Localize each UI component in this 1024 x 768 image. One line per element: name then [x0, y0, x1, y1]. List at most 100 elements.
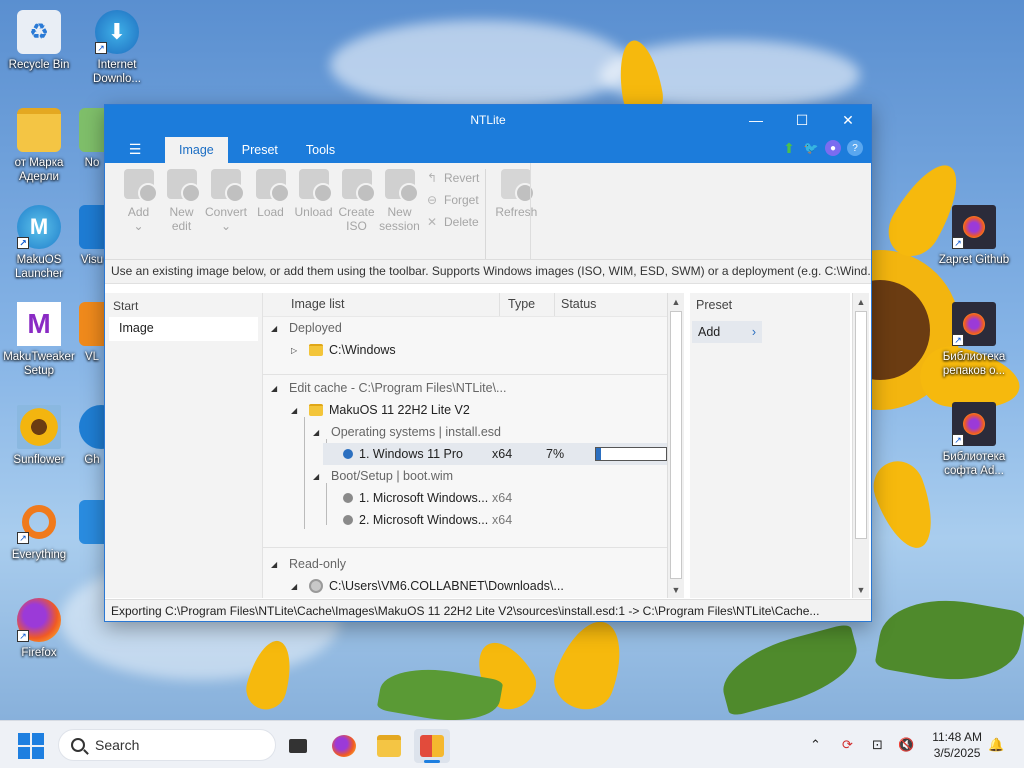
vlc-icon — [79, 302, 105, 346]
tree-item-read-only[interactable]: ◢ C:\Users\VM6.COLLABNET\Downloads\... — [291, 575, 564, 597]
status-bar: Exporting C:\Program Files\NTLite\Cache\… — [105, 599, 871, 621]
tab-preset[interactable]: Preset — [228, 137, 292, 163]
tree-group-deployed[interactable]: ◢ Deployed — [271, 317, 342, 339]
desktop-icon-visual-studio[interactable]: Visu — [79, 205, 105, 267]
show-hidden-icons-icon[interactable]: ⌃ — [810, 721, 821, 768]
preset-add-button[interactable]: Add › — [692, 321, 762, 343]
tab-image[interactable]: Image — [165, 137, 228, 163]
tree-group-edit-cache[interactable]: ◢ Edit cache - C:\Program Files\NTLite\..… — [271, 377, 506, 399]
collapse-icon: ◢ — [291, 581, 298, 591]
firefox-icon: ↗ — [17, 598, 61, 642]
ntlite-window: NTLite — ☐ ✕ ☰ Image Preset Tools ⬆ 🐦 ● … — [104, 104, 872, 622]
column-status[interactable]: Status — [555, 293, 667, 316]
create-iso-button[interactable]: Create ISO — [335, 169, 378, 259]
sync-icon[interactable]: ⟳ — [842, 721, 853, 768]
help-icon[interactable]: ? — [847, 140, 863, 156]
tree-line — [304, 417, 305, 529]
desktop-icon-everything[interactable]: ↗ Everything — [1, 500, 77, 562]
scrollbar-thumb[interactable] — [670, 311, 682, 579]
export-progress-bar — [595, 447, 667, 461]
desktop-icon-vlc[interactable]: VL — [79, 302, 105, 364]
table-row-boot-1[interactable]: 1. Microsoft Windows... x64 — [343, 487, 512, 509]
desktop-icon-notepad[interactable]: No — [79, 108, 105, 170]
task-view-icon[interactable] — [280, 729, 316, 763]
unload-button[interactable]: Unload — [292, 169, 335, 259]
tree-group-read-only[interactable]: ◢ Read-only — [271, 553, 346, 575]
network-icon[interactable]: ⊡ — [872, 721, 883, 768]
refresh-button[interactable]: Refresh — [492, 169, 540, 259]
tree-group-operating-systems[interactable]: ◢ Operating systems | install.esd — [313, 421, 501, 443]
scroll-up-icon[interactable]: ▲ — [668, 293, 684, 310]
revert-button[interactable]: ↰ Revert — [425, 169, 479, 187]
tree-line — [326, 483, 327, 525]
desktop-icon-label: от Марка Адерли — [14, 157, 64, 183]
desktop-icon-github[interactable]: Gh — [79, 405, 105, 467]
close-icon[interactable]: ✕ — [825, 105, 871, 135]
desktop-icon-recycle-bin[interactable]: ♻ Recycle Bin — [1, 10, 77, 72]
taskbar-firefox-icon[interactable] — [326, 729, 362, 763]
desktop-icon-unknown[interactable] — [79, 500, 105, 548]
desktop-icon-repack-library[interactable]: ↗ Библиотека репаков о... — [936, 302, 1012, 378]
column-type[interactable]: Type — [500, 293, 555, 316]
github-icon — [79, 405, 105, 449]
new-session-button[interactable]: New session — [378, 169, 421, 259]
taskbar-ntlite-icon[interactable] — [414, 729, 450, 763]
maximize-icon[interactable]: ☐ — [779, 105, 825, 135]
desktop-icon-software-library[interactable]: ↗ Библиотека софта Ad... — [936, 402, 1012, 478]
desktop-icon-sunflower[interactable]: Sunflower — [1, 405, 77, 467]
volume-muted-icon[interactable]: 🔇 — [898, 721, 914, 768]
folder-icon — [309, 344, 323, 356]
desktop-icon-firefox[interactable]: ↗ Firefox — [1, 598, 77, 660]
new-edit-button[interactable]: New edit — [160, 169, 203, 259]
sidebar-item-image[interactable]: Image — [109, 317, 258, 341]
tree-item-deployed[interactable]: ▷ C:\Windows — [291, 339, 396, 361]
taskbar-file-explorer-icon[interactable] — [371, 729, 407, 763]
forget-button[interactable]: ⊖ Forget — [425, 191, 479, 209]
scroll-down-icon[interactable]: ▼ — [853, 581, 869, 598]
tree-group-boot-setup[interactable]: ◢ Boot/Setup | boot.wim — [313, 465, 453, 487]
info-bar: Use an existing image below, or add them… — [105, 260, 871, 284]
window-title: NTLite — [470, 113, 506, 127]
tree-item-makuos[interactable]: ◢ MakuOS 11 22H2 Lite V2 — [291, 399, 470, 421]
desktop-icon-makutweaker[interactable]: M MakuTweaker Setup — [1, 302, 77, 378]
ribbon-toolbar: Add ⌄ New edit Convert ⌄ Load Unload Create… — [105, 163, 871, 260]
notification-bell-icon[interactable]: 🔔 — [988, 721, 1004, 768]
scrollbar-thumb[interactable] — [855, 311, 867, 539]
hamburger-menu-icon[interactable]: ☰ — [105, 135, 165, 163]
ribbon-separator — [485, 169, 487, 259]
desktop-icon-zapret-github[interactable]: ↗ Zapret Github — [936, 205, 1012, 267]
desktop-icon-label: Библиотека софта Ad... — [942, 451, 1006, 477]
tab-tools[interactable]: Tools — [292, 137, 349, 163]
collapse-icon: ◢ — [313, 427, 320, 437]
add-icon — [123, 169, 158, 203]
collapse-icon: ◢ — [271, 323, 278, 333]
collapse-icon: ◢ — [271, 383, 278, 393]
taskbar-clock[interactable]: 11:48 AM 3/5/2025 — [932, 729, 982, 761]
table-row-boot-2[interactable]: 2. Microsoft Windows... x64 — [343, 509, 512, 531]
image-list-scrollbar[interactable]: ▲ ▼ — [667, 293, 684, 598]
scroll-down-icon[interactable]: ▼ — [668, 581, 684, 598]
convert-button[interactable]: Convert ⌄ — [203, 169, 249, 259]
preset-scrollbar[interactable]: ▲ ▼ — [852, 293, 869, 598]
discord-icon[interactable]: ● — [825, 140, 841, 156]
divider — [263, 547, 667, 548]
load-button[interactable]: Load — [249, 169, 292, 259]
twitter-icon[interactable]: 🐦 — [803, 140, 819, 156]
desktop-icon-label: Internet Downlo... — [93, 59, 141, 85]
internet-download-manager-icon: ⬇ ↗ — [95, 10, 139, 54]
desktop-icon-folder[interactable]: от Марка Адерли — [1, 108, 77, 184]
firefox-file-icon: ↗ — [952, 402, 996, 446]
add-button[interactable]: Add ⌄ — [117, 169, 160, 259]
desktop-icon-makuos-launcher[interactable]: M ↗ MakuOS Launcher — [1, 205, 77, 281]
divider — [263, 374, 667, 375]
windows-start-icon[interactable] — [18, 733, 44, 759]
taskbar-search[interactable]: Search — [58, 729, 276, 761]
minimize-icon[interactable]: — — [733, 105, 779, 135]
collapse-icon: ◢ — [291, 405, 298, 415]
column-image-list[interactable]: Image list — [263, 293, 500, 316]
desktop-icon-internet-download-manager[interactable]: ⬇ ↗ Internet Downlo... — [79, 10, 155, 86]
scroll-up-icon[interactable]: ▲ — [853, 293, 869, 310]
delete-button[interactable]: ✕ Delete — [425, 213, 479, 231]
update-arrow-icon[interactable]: ⬆ — [781, 140, 797, 156]
title-bar[interactable]: NTLite — ☐ ✕ — [105, 105, 871, 135]
